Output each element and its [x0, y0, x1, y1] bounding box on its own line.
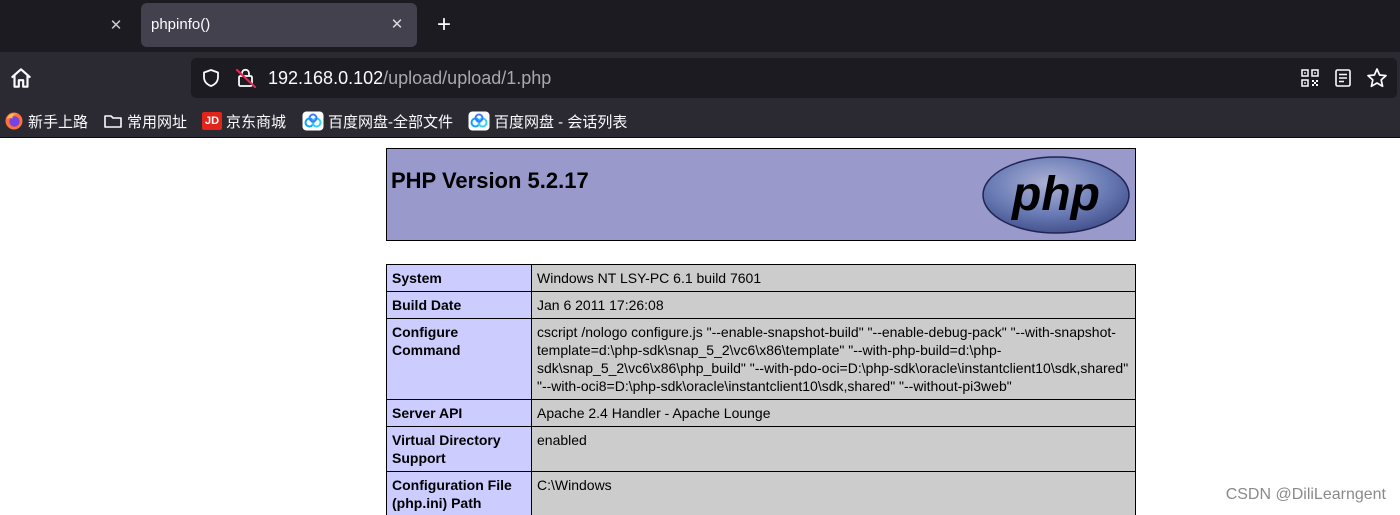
row-value: C:\Windows: [531, 471, 1136, 515]
bookmark-new-user[interactable]: 新手上路: [4, 110, 88, 132]
table-row: Configuration File (php.ini) Path C:\Win…: [386, 471, 1136, 515]
tab-bar: ✕ phpinfo() ✕ +: [0, 0, 1400, 52]
bookmark-label: 新手上路: [28, 113, 89, 131]
url-text[interactable]: 192.168.0.102/upload/upload/1.php: [268, 68, 551, 89]
row-key: System: [386, 264, 532, 292]
insecure-lock-icon[interactable]: [235, 67, 257, 89]
navigation-toolbar: 192.168.0.102/upload/upload/1.php: [0, 52, 1400, 104]
qr-code-icon[interactable]: [1301, 69, 1319, 87]
bookmark-star-icon[interactable]: [1366, 67, 1388, 89]
bookmark-baidu-sessions[interactable]: 百度网盘 - 会话列表: [468, 110, 627, 132]
close-icon[interactable]: ✕: [385, 13, 409, 37]
bookmark-baidu-all-files[interactable]: 百度网盘-全部文件: [302, 110, 453, 132]
close-icon[interactable]: ✕: [104, 14, 128, 38]
bookmark-label: 常用网址: [127, 113, 188, 131]
table-row: System Windows NT LSY-PC 6.1 build 7601: [386, 264, 1136, 292]
url-path: /upload/upload/1.php: [383, 68, 552, 88]
bookmark-label: 京东商城: [226, 113, 287, 131]
firefox-icon: [5, 112, 23, 130]
tab-title: phpinfo(): [151, 16, 211, 33]
folder-icon: [104, 115, 122, 128]
row-value: cscript /nologo configure.js "--enable-s…: [531, 318, 1136, 400]
row-value: enabled: [531, 426, 1136, 472]
shield-icon[interactable]: [201, 68, 221, 88]
row-value: Jan 6 2011 17:26:08: [531, 291, 1136, 319]
bookmark-label: 百度网盘-全部文件: [328, 113, 453, 131]
url-host: 192.168.0.102: [268, 68, 384, 88]
table-row: Build Date Jan 6 2011 17:26:08: [386, 291, 1136, 319]
row-key: Configure Command: [386, 318, 532, 400]
address-bar[interactable]: 192.168.0.102/upload/upload/1.php: [191, 58, 1397, 98]
bookmarks-toolbar: 新手上路 常用网址 JD 京东商城 百度网盘-全部文件 百度网盘 - 会话列表: [0, 104, 1400, 138]
bookmark-label: 百度网盘 - 会话列表: [494, 113, 628, 131]
jd-icon: JD: [202, 112, 222, 130]
table-row: Virtual Directory Support enabled: [386, 426, 1136, 472]
home-icon[interactable]: [8, 65, 34, 91]
page-title: PHP Version 5.2.17: [391, 168, 589, 193]
row-key: Virtual Directory Support: [386, 426, 532, 472]
row-value: Windows NT LSY-PC 6.1 build 7601: [531, 264, 1136, 292]
php-logo-text: php: [1010, 168, 1100, 221]
bookmark-jd[interactable]: JD 京东商城: [202, 110, 286, 132]
bookmark-folder-common-sites[interactable]: 常用网址: [103, 110, 187, 132]
row-value: Apache 2.4 Handler - Apache Lounge: [531, 399, 1136, 427]
row-key: Configuration File (php.ini) Path: [386, 471, 532, 515]
baidu-netdisk-icon: [468, 111, 490, 131]
php-info-table: System Windows NT LSY-PC 6.1 build 7601 …: [386, 264, 1136, 515]
tab-phpinfo[interactable]: phpinfo() ✕: [141, 3, 417, 47]
table-row: Configure Command cscript /nologo config…: [386, 318, 1136, 400]
plus-icon[interactable]: +: [430, 12, 458, 40]
php-version-header: PHP Version 5.2.17 php: [386, 148, 1136, 241]
row-key: Build Date: [386, 291, 532, 319]
watermark: CSDN @DiliLearngent: [1225, 486, 1386, 503]
table-row: Server API Apache 2.4 Handler - Apache L…: [386, 399, 1136, 427]
baidu-netdisk-icon: [302, 111, 324, 131]
row-key: Server API: [386, 399, 532, 427]
php-logo-icon[interactable]: php: [981, 155, 1131, 235]
reader-view-icon[interactable]: [1333, 68, 1353, 88]
